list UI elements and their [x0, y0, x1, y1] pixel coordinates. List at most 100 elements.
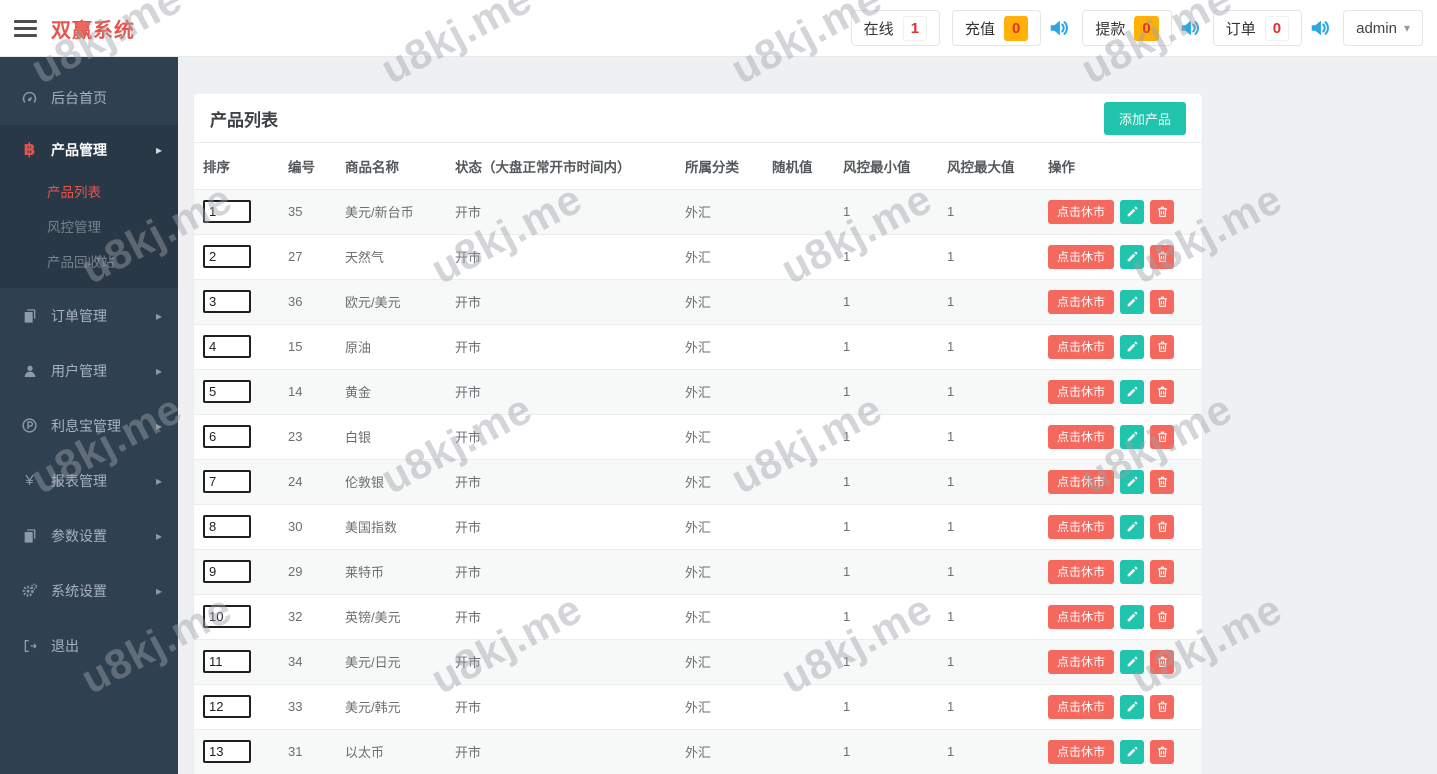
- trash-icon: [1156, 430, 1169, 443]
- badge-withdraw[interactable]: 提款 0: [1082, 10, 1172, 46]
- sort-input[interactable]: [203, 335, 251, 358]
- category-cell: 外汇: [676, 684, 763, 730]
- toggle-market-button[interactable]: 点击休市: [1048, 559, 1115, 584]
- id-cell: 34: [279, 639, 336, 685]
- random-cell: [763, 594, 834, 640]
- status-cell: 开市: [446, 729, 676, 774]
- edit-button[interactable]: [1120, 199, 1145, 224]
- dashboard-icon: [20, 89, 39, 106]
- delete-button[interactable]: [1150, 649, 1175, 674]
- sidebar-item-report-manage[interactable]: ¥ 报表管理 ▸: [0, 453, 178, 508]
- table-row: 32英镑/美元开市外汇 11 点击休市: [194, 594, 1202, 640]
- sort-input[interactable]: [203, 560, 251, 583]
- product-list-card: 产品列表 添加产品 排序 编号 商品名称 状态（大盘正常开市时间内） 所属分类 随机值 风控…: [194, 94, 1202, 774]
- toggle-market-button[interactable]: 点击休市: [1048, 739, 1115, 764]
- column-header: 风控最小值: [834, 143, 938, 190]
- toggle-market-button[interactable]: 点击休市: [1048, 469, 1115, 494]
- delete-button[interactable]: [1150, 244, 1175, 269]
- sort-input[interactable]: [203, 515, 251, 538]
- sidebar-item-logout[interactable]: 退出: [0, 618, 178, 673]
- delete-button[interactable]: [1150, 604, 1175, 629]
- delete-button[interactable]: [1150, 289, 1175, 314]
- user-menu[interactable]: admin ▾: [1343, 10, 1423, 46]
- edit-button[interactable]: [1120, 514, 1145, 539]
- toggle-market-button[interactable]: 点击休市: [1048, 694, 1115, 719]
- sidebar-item-system-settings[interactable]: 系统设置 ▸: [0, 563, 178, 618]
- speaker-icon[interactable]: [1179, 17, 1201, 39]
- delete-button[interactable]: [1150, 334, 1175, 359]
- add-product-button[interactable]: 添加产品: [1103, 101, 1186, 135]
- edit-button[interactable]: [1120, 604, 1145, 629]
- edit-button[interactable]: [1120, 334, 1145, 359]
- status-cell: 开市: [446, 369, 676, 415]
- edit-button[interactable]: [1120, 694, 1145, 719]
- sidebar-item-product-manage[interactable]: ฿ 产品管理 ▸: [0, 125, 178, 175]
- random-cell: [763, 684, 834, 730]
- badge-recharge[interactable]: 充值 0: [952, 10, 1042, 46]
- toggle-market-button[interactable]: 点击休市: [1048, 424, 1115, 449]
- sort-input[interactable]: [203, 605, 251, 628]
- sort-input[interactable]: [203, 650, 251, 673]
- risk-min-cell: 1: [834, 684, 938, 730]
- toggle-market-button[interactable]: 点击休市: [1048, 199, 1115, 224]
- sort-cell: [194, 369, 279, 415]
- toggle-market-button[interactable]: 点击休市: [1048, 379, 1115, 404]
- speaker-icon[interactable]: [1048, 17, 1070, 39]
- edit-button[interactable]: [1120, 559, 1145, 584]
- toggle-market-button[interactable]: 点击休市: [1048, 604, 1115, 629]
- sidebar-subitem-risk-manage[interactable]: 风控管理: [0, 210, 178, 245]
- delete-button[interactable]: [1150, 199, 1175, 224]
- badge-orders[interactable]: 订单 0: [1212, 10, 1303, 46]
- sidebar-item-dashboard[interactable]: 后台首页: [0, 70, 178, 125]
- name-cell: 美元/韩元: [336, 684, 446, 730]
- edit-button[interactable]: [1120, 289, 1145, 314]
- toggle-market-button[interactable]: 点击休市: [1048, 649, 1115, 674]
- sidebar-item-interest-manage[interactable]: 利息宝管理 ▸: [0, 398, 178, 453]
- sidebar-subitem-product-list[interactable]: 产品列表: [0, 175, 178, 210]
- delete-button[interactable]: [1150, 424, 1175, 449]
- delete-button[interactable]: [1150, 379, 1175, 404]
- edit-button[interactable]: [1120, 424, 1145, 449]
- sort-input[interactable]: [203, 695, 251, 718]
- edit-button[interactable]: [1120, 469, 1145, 494]
- risk-min-cell: 1: [834, 189, 938, 235]
- edit-button[interactable]: [1120, 739, 1145, 764]
- id-cell: 23: [279, 414, 336, 460]
- yuan-icon: ¥: [25, 472, 34, 489]
- sort-input[interactable]: [203, 380, 251, 403]
- speaker-icon[interactable]: [1309, 17, 1331, 39]
- edit-button[interactable]: [1120, 244, 1145, 269]
- delete-button[interactable]: [1150, 514, 1175, 539]
- edit-button[interactable]: [1120, 649, 1145, 674]
- badge-online[interactable]: 在线 1: [850, 10, 941, 46]
- table-row: 34美元/日元开市外汇 11 点击休市: [194, 639, 1202, 685]
- risk-min-cell: 1: [834, 324, 938, 370]
- sort-input[interactable]: [203, 245, 251, 268]
- table-row: 30美国指数开市外汇 11 点击休市: [194, 504, 1202, 550]
- actions-cell: 点击休市: [1039, 684, 1202, 730]
- sort-input[interactable]: [203, 425, 251, 448]
- sort-input[interactable]: [203, 740, 251, 763]
- sort-input[interactable]: [203, 200, 251, 223]
- actions-cell: 点击休市: [1039, 549, 1202, 595]
- name-cell: 天然气: [336, 234, 446, 280]
- sidebar-item-order-manage[interactable]: 订单管理 ▸: [0, 288, 178, 343]
- toggle-market-button[interactable]: 点击休市: [1048, 514, 1115, 539]
- edit-button[interactable]: [1120, 379, 1145, 404]
- random-cell: [763, 639, 834, 685]
- delete-button[interactable]: [1150, 739, 1175, 764]
- delete-button[interactable]: [1150, 694, 1175, 719]
- toggle-market-button[interactable]: 点击休市: [1048, 334, 1115, 359]
- toggle-market-button[interactable]: 点击休市: [1048, 289, 1115, 314]
- card-header: 产品列表 添加产品: [194, 94, 1202, 143]
- sort-input[interactable]: [203, 290, 251, 313]
- status-cell: 开市: [446, 459, 676, 505]
- sidebar-item-user-manage[interactable]: 用户管理 ▸: [0, 343, 178, 398]
- delete-button[interactable]: [1150, 559, 1175, 584]
- sidebar-item-param-settings[interactable]: 参数设置 ▸: [0, 508, 178, 563]
- toggle-market-button[interactable]: 点击休市: [1048, 244, 1115, 269]
- menu-toggle-icon[interactable]: [14, 14, 37, 43]
- sort-input[interactable]: [203, 470, 251, 493]
- delete-button[interactable]: [1150, 469, 1175, 494]
- sidebar-subitem-product-recycle[interactable]: 产品回收站: [0, 245, 178, 280]
